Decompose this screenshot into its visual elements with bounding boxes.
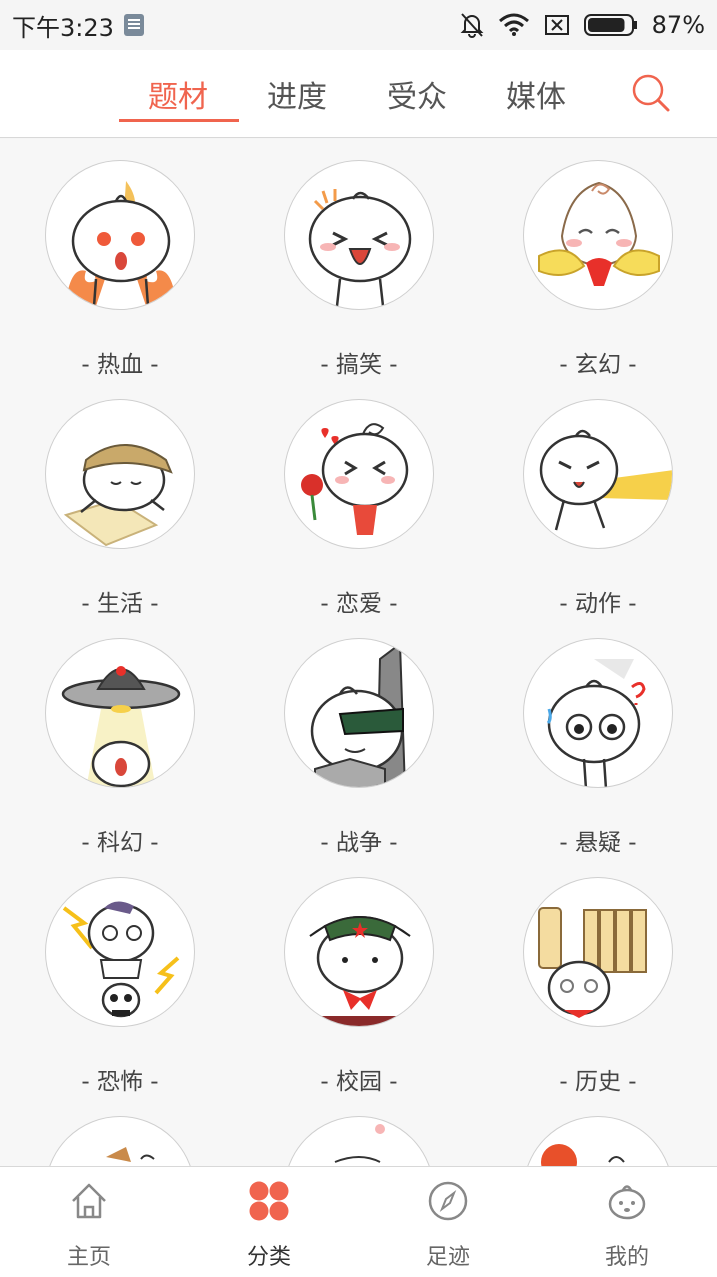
- tab-subject[interactable]: 题材: [148, 72, 208, 116]
- category-fantasy[interactable]: - 玄幻 -: [523, 160, 673, 379]
- horror-character-image: [45, 877, 195, 1027]
- nav-profile-label: 我的: [604, 1245, 649, 1270]
- tab-progress[interactable]: 进度: [267, 72, 327, 116]
- war-character-image: [284, 638, 434, 788]
- category-label: - 战争 -: [320, 830, 398, 856]
- category-life[interactable]: - 生活 -: [45, 399, 195, 618]
- category-label: - 玄幻 -: [559, 352, 637, 378]
- category-partial-2[interactable]: [284, 1116, 434, 1166]
- nav-footprint-label: 足迹: [425, 1245, 470, 1270]
- category-scifi[interactable]: - 科幻 -: [45, 638, 195, 857]
- category-character-image: [523, 1116, 673, 1166]
- campus-character-image: [284, 877, 434, 1027]
- nav-home[interactable]: 主页: [29, 1179, 149, 1271]
- nav-footprint[interactable]: 足迹: [388, 1179, 508, 1271]
- home-icon: [67, 1179, 111, 1223]
- category-label: - 科幻 -: [81, 830, 159, 856]
- mystery-character-image: [523, 638, 673, 788]
- tab-media[interactable]: 媒体: [506, 72, 566, 116]
- category-character-image: [284, 1116, 434, 1166]
- nav-profile[interactable]: 我的: [567, 1179, 687, 1271]
- mute-bell-icon: [460, 12, 484, 38]
- category-icon: [247, 1179, 291, 1223]
- category-horror[interactable]: - 恐怖 -: [45, 877, 195, 1096]
- no-signal-icon: [544, 14, 570, 36]
- search-icon[interactable]: [630, 72, 672, 118]
- category-label: - 搞笑 -: [320, 352, 398, 378]
- action-character-image: [523, 399, 673, 549]
- battery-icon: [583, 13, 638, 37]
- category-label: - 历史 -: [559, 1069, 637, 1095]
- category-partial-3[interactable]: [523, 1116, 673, 1166]
- category-label: - 生活 -: [81, 591, 159, 617]
- category-hot-blood[interactable]: - 热血 -: [45, 160, 195, 379]
- sim-card-icon: [123, 14, 144, 36]
- nav-category[interactable]: 分类: [209, 1179, 329, 1271]
- romance-character-image: [284, 399, 434, 549]
- scifi-character-image: [45, 638, 195, 788]
- nav-category-label: 分类: [246, 1245, 291, 1270]
- compass-icon: [426, 1179, 470, 1223]
- nav-home-label: 主页: [66, 1245, 111, 1270]
- category-romance[interactable]: - 恋爱 -: [284, 399, 434, 618]
- category-grid: - 热血 - - 搞笑 - - 玄幻 - - 生活 - - 恋爱 - - 动作 …: [0, 139, 717, 1166]
- category-mystery[interactable]: - 悬疑 -: [523, 638, 673, 857]
- category-label: - 恐怖 -: [81, 1069, 159, 1095]
- category-label: - 动作 -: [559, 591, 637, 617]
- wifi-icon: [498, 13, 530, 37]
- category-comedy[interactable]: - 搞笑 -: [284, 160, 434, 379]
- category-war[interactable]: - 战争 -: [284, 638, 434, 857]
- category-tab-bar: 题材 进度 受众 媒体: [0, 50, 717, 138]
- fantasy-character-image: [523, 160, 673, 310]
- bottom-nav: 主页 分类 足迹 我的: [0, 1166, 717, 1277]
- category-action[interactable]: - 动作 -: [523, 399, 673, 618]
- category-character-image: [45, 1116, 195, 1166]
- category-label: - 悬疑 -: [559, 830, 637, 856]
- tab-audience[interactable]: 受众: [387, 72, 447, 116]
- comedy-character-image: [284, 160, 434, 310]
- active-tab-indicator: [119, 119, 239, 122]
- status-bar: 下午3:23 87%: [0, 0, 717, 50]
- category-campus[interactable]: - 校园 -: [284, 877, 434, 1096]
- category-label: - 校园 -: [320, 1069, 398, 1095]
- battery-percent: 87%: [651, 11, 705, 39]
- category-history[interactable]: - 历史 -: [523, 877, 673, 1096]
- profile-icon: [605, 1179, 649, 1223]
- hot-blood-character-image: [45, 160, 195, 310]
- history-character-image: [523, 877, 673, 1027]
- life-character-image: [45, 399, 195, 549]
- category-partial-1[interactable]: [45, 1116, 195, 1166]
- category-label: - 恋爱 -: [320, 591, 398, 617]
- category-label: - 热血 -: [81, 352, 159, 378]
- status-time: 下午3:23: [12, 13, 114, 42]
